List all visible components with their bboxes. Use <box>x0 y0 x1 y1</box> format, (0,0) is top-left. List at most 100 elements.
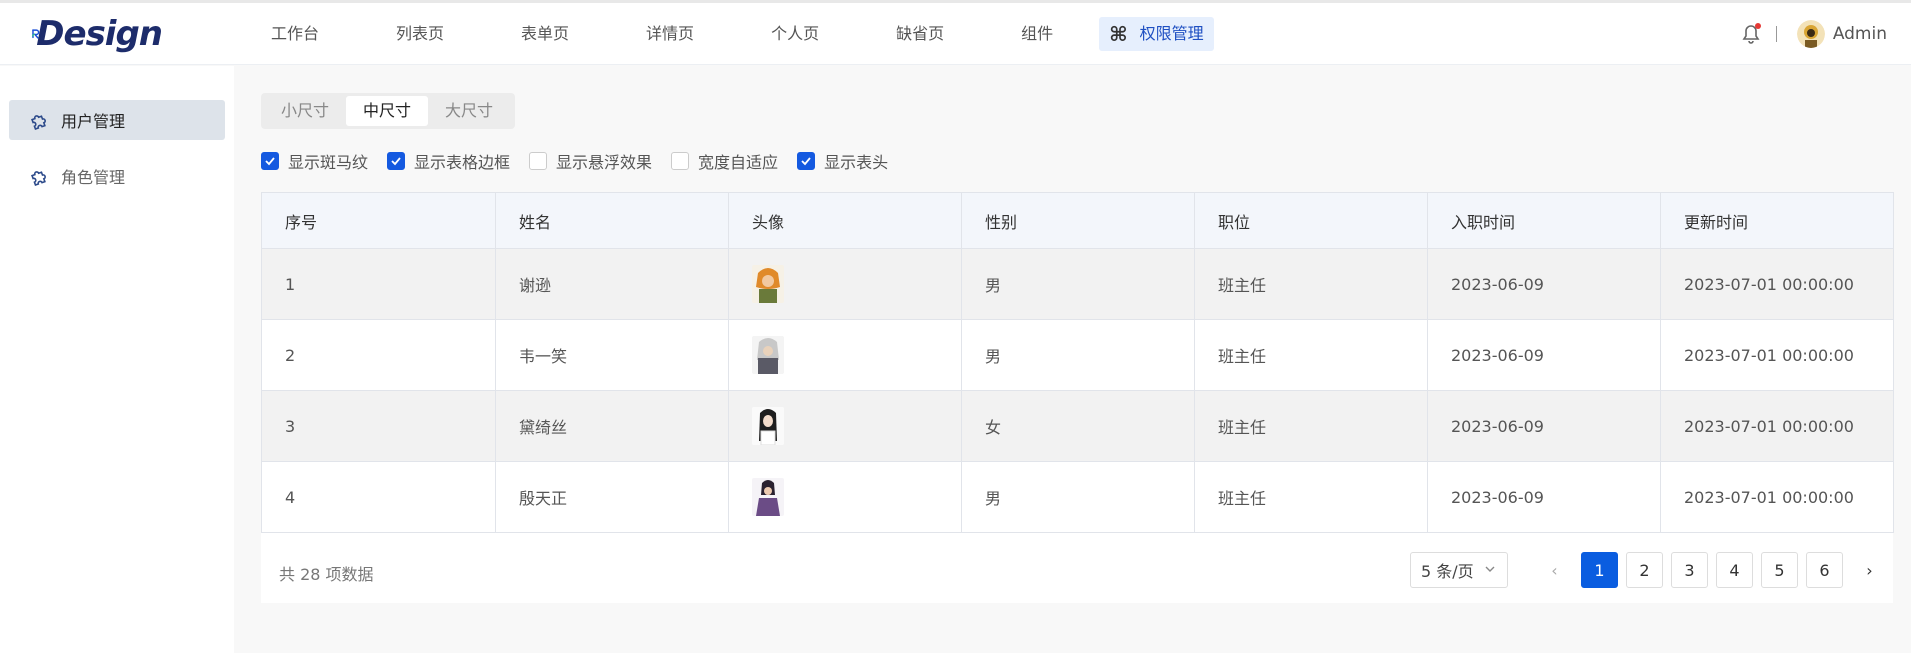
puzzle-icon <box>31 171 46 187</box>
nav-item-detail[interactable]: 详情页 <box>625 17 715 51</box>
check-icon <box>801 157 811 166</box>
page-size-value: 5 条/页 <box>1421 562 1474 581</box>
pagination: ‹ 1 2 3 4 5 6 › <box>1536 552 1896 588</box>
table-row[interactable]: 4 殷天正 男 班主任 2023-06-09 2023-07-01 00:00:… <box>261 461 1894 533</box>
option-hover[interactable]: 显示悬浮效果 <box>529 149 652 173</box>
nav-item-profile[interactable]: 个人页 <box>750 17 840 51</box>
notification-bell[interactable] <box>1740 23 1762 45</box>
cell-hire-date: 2023-06-09 <box>1427 390 1661 462</box>
cell-no: 3 <box>261 390 496 462</box>
size-small-button[interactable]: 小尺寸 <box>264 96 346 126</box>
page-button[interactable]: 3 <box>1671 552 1708 588</box>
column-header-hire-date: 入职时间 <box>1427 192 1661 249</box>
sidebar-item-users[interactable]: 用户管理 <box>9 100 225 140</box>
checkbox-unchecked[interactable] <box>529 152 548 170</box>
user-table: 序号 姓名 头像 性别 职位 入职时间 更新时间 1 谢逊 男 班主任 2023… <box>261 192 1894 533</box>
divider <box>1775 26 1777 42</box>
column-header-avatar: 头像 <box>728 192 962 249</box>
cell-updated: 2023-07-01 00:00:00 <box>1660 248 1894 320</box>
nav-item-permissions[interactable]: ⌘ 权限管理 <box>1099 17 1214 51</box>
page-button[interactable]: 5 <box>1761 552 1798 588</box>
nav-item-empty[interactable]: 缺省页 <box>875 17 965 51</box>
avatar-image <box>752 336 784 374</box>
chevron-down-icon <box>1485 566 1495 572</box>
option-zebra[interactable]: 显示斑马纹 <box>261 149 368 173</box>
cell-gender: 男 <box>961 248 1195 320</box>
column-header-updated: 更新时间 <box>1660 192 1894 249</box>
user-avatar[interactable] <box>1796 20 1825 48</box>
sidebar-item-label: 角色管理 <box>61 168 126 187</box>
page-button[interactable]: 1 <box>1581 552 1618 588</box>
nav-item-components[interactable]: 组件 <box>1000 17 1074 51</box>
cell-name: 殷天正 <box>495 461 729 533</box>
cell-updated: 2023-07-01 00:00:00 <box>1660 390 1894 462</box>
avatar-image <box>752 265 784 303</box>
column-header-gender: 性别 <box>961 192 1195 249</box>
option-label: 显示悬浮效果 <box>556 153 653 172</box>
table-header-row: 序号 姓名 头像 性别 职位 入职时间 更新时间 <box>261 192 1894 249</box>
cell-avatar <box>728 390 962 462</box>
column-header-name: 姓名 <box>495 192 729 249</box>
main-content: 小尺寸 中尺寸 大尺寸 显示斑马纹 显示表格边框 显示悬浮效果 宽度自适应 显示… <box>234 66 1911 653</box>
header-right: Admin <box>1740 3 1887 65</box>
table-row[interactable]: 2 韦一笑 男 班主任 2023-06-09 2023-07-01 00:00:… <box>261 319 1894 391</box>
next-page-button[interactable]: › <box>1851 552 1888 588</box>
column-header-position: 职位 <box>1194 192 1428 249</box>
cell-hire-date: 2023-06-09 <box>1427 248 1661 320</box>
checkbox-checked[interactable] <box>387 152 406 170</box>
cell-position: 班主任 <box>1194 461 1428 533</box>
avatar-image <box>752 407 784 445</box>
checkbox-checked[interactable] <box>797 152 816 170</box>
page-size-select[interactable]: 5 条/页 <box>1410 552 1508 588</box>
nav-item-list[interactable]: 列表页 <box>375 17 465 51</box>
cell-position: 班主任 <box>1194 319 1428 391</box>
checkbox-unchecked[interactable] <box>671 152 690 170</box>
cell-hire-date: 2023-06-09 <box>1427 461 1661 533</box>
option-label: 显示表格边框 <box>414 153 511 172</box>
column-header-no: 序号 <box>261 192 496 249</box>
cell-avatar <box>728 461 962 533</box>
checkbox-checked[interactable] <box>261 152 279 170</box>
cell-avatar <box>728 248 962 320</box>
cell-no: 2 <box>261 319 496 391</box>
cell-updated: 2023-07-01 00:00:00 <box>1660 319 1894 391</box>
page-button[interactable]: 6 <box>1806 552 1843 588</box>
logo-mark-icon <box>32 29 40 39</box>
table-row[interactable]: 3 黛绮丝 女 班主任 2023-06-09 2023-07-01 00:00:… <box>261 390 1894 462</box>
top-nav: 工作台 列表页 表单页 详情页 个人页 缺省页 组件 ⌘ 权限管理 <box>250 3 1249 65</box>
table-row[interactable]: 1 谢逊 男 班主任 2023-06-09 2023-07-01 00:00:0… <box>261 248 1894 320</box>
sidebar-item-roles[interactable]: 角色管理 <box>9 156 225 196</box>
size-medium-button[interactable]: 中尺寸 <box>346 96 429 126</box>
prev-page-button[interactable]: ‹ <box>1536 552 1573 588</box>
check-icon <box>391 157 401 166</box>
user-name[interactable]: Admin <box>1833 24 1887 44</box>
size-large-button[interactable]: 大尺寸 <box>428 96 510 126</box>
cell-avatar <box>728 319 962 391</box>
option-auto-width[interactable]: 宽度自适应 <box>671 149 778 173</box>
cell-hire-date: 2023-06-09 <box>1427 319 1661 391</box>
table-options: 显示斑马纹 显示表格边框 显示悬浮效果 宽度自适应 显示表头 <box>261 149 907 173</box>
option-header[interactable]: 显示表头 <box>797 149 888 173</box>
table-card: 序号 姓名 头像 性别 职位 入职时间 更新时间 1 谢逊 男 班主任 2023… <box>261 192 1894 603</box>
check-icon <box>265 157 275 166</box>
cell-no: 1 <box>261 248 496 320</box>
avatar-image <box>752 478 784 516</box>
cell-position: 班主任 <box>1194 248 1428 320</box>
nav-item-dashboard[interactable]: 工作台 <box>250 17 340 51</box>
cell-gender: 男 <box>961 461 1195 533</box>
cell-name: 黛绮丝 <box>495 390 729 462</box>
top-header: Design 工作台 列表页 表单页 详情页 个人页 缺省页 组件 ⌘ 权限管理 <box>0 3 1911 65</box>
notification-dot <box>1754 23 1761 29</box>
option-border[interactable]: 显示表格边框 <box>387 149 510 173</box>
cell-position: 班主任 <box>1194 390 1428 462</box>
command-icon: ⌘ <box>1109 22 1128 46</box>
cell-gender: 男 <box>961 319 1195 391</box>
nav-item-form[interactable]: 表单页 <box>500 17 590 51</box>
page-button[interactable]: 2 <box>1626 552 1663 588</box>
page-button[interactable]: 4 <box>1716 552 1753 588</box>
cell-updated: 2023-07-01 00:00:00 <box>1660 461 1894 533</box>
logo-text: Design <box>36 14 163 54</box>
logo[interactable]: Design <box>32 11 163 57</box>
table-footer: 共 28 项数据 5 条/页 ‹ 1 2 3 4 5 6 › <box>261 537 1893 603</box>
option-label: 显示斑马纹 <box>288 153 369 172</box>
